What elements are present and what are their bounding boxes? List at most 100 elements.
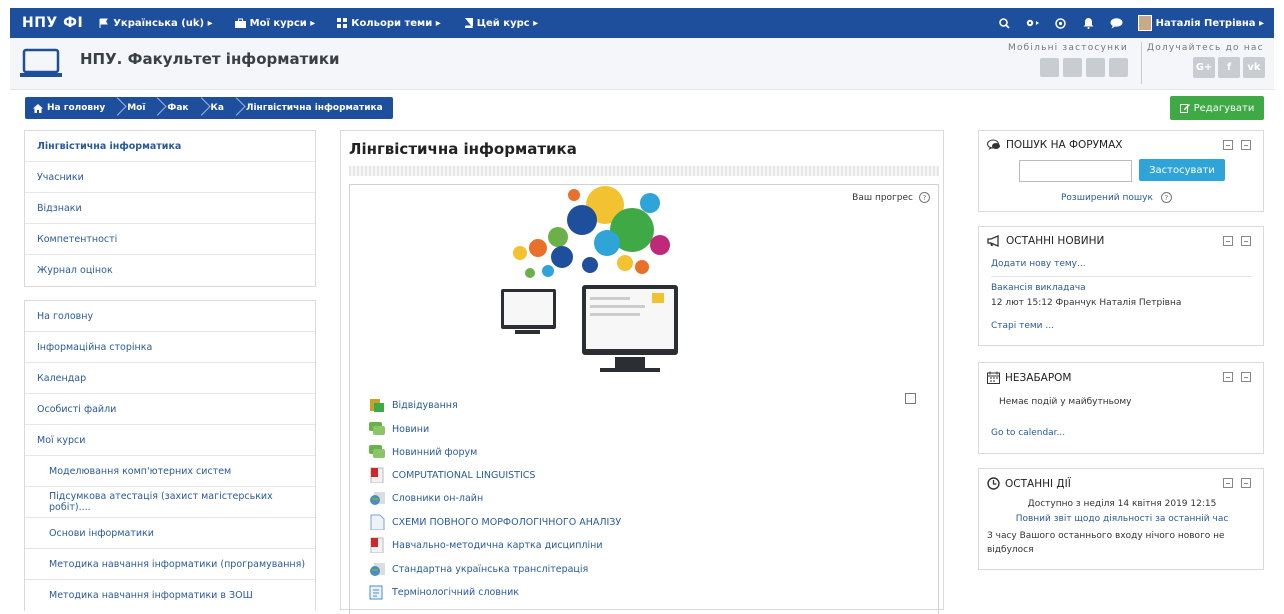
main-nav-course-informatics-basics[interactable]: Основи інформатики	[25, 518, 315, 549]
course-nav-item-competencies[interactable]: Компетентності	[25, 224, 315, 255]
nav-this-course-label: Цей курс ▸	[476, 17, 539, 29]
collapse-icon[interactable]	[1223, 478, 1233, 488]
globe-icon[interactable]	[1054, 16, 1068, 30]
activity-transliteration[interactable]: Стандартна українська транслітерація	[368, 561, 588, 577]
nav-theme-colors-menu[interactable]: Кольори теми ▸	[337, 17, 441, 29]
course-content: Лінгвістична інформатика Ваш прогрес ? В…	[340, 130, 944, 614]
news-item-title[interactable]: Вакансія викладача	[991, 283, 1086, 293]
search-icon[interactable]	[998, 16, 1012, 30]
calendar-link[interactable]: Go to calendar...	[991, 428, 1065, 438]
course-nav-item-participants[interactable]: Учасники	[25, 162, 315, 193]
collapse-icon[interactable]	[1223, 372, 1233, 382]
activity-label: Відвідування	[392, 399, 458, 411]
dock-icon[interactable]	[1241, 236, 1251, 246]
course-title: Лінгвістична інформатика	[349, 140, 577, 158]
course-nav-item-linguistic[interactable]: Лінгвістична інформатика	[25, 131, 315, 162]
dock-icon[interactable]	[1241, 478, 1251, 488]
pdf-icon	[370, 467, 384, 483]
breadcrumb-faculty[interactable]: Фак	[167, 103, 188, 113]
breadcrumb-department[interactable]: Ка	[211, 103, 224, 113]
attendance-icon	[370, 399, 384, 412]
collapse-icon[interactable]	[1223, 140, 1233, 150]
latest-news-title-label: ОСТАННІ НОВИНИ	[1006, 235, 1105, 247]
activity-online-dictionaries[interactable]: Словники он-лайн	[368, 490, 483, 506]
activity-news-forum[interactable]: Новинний форум	[368, 444, 477, 460]
forum-search-button[interactable]: Застосувати	[1139, 159, 1225, 181]
news-divider	[991, 276, 1253, 277]
main-nav-course-methods-school[interactable]: Методика навчання інформатики в ЗОШ	[25, 580, 315, 611]
breadcrumb-course[interactable]: Лінгвістична інформатика	[246, 103, 383, 113]
activity-news[interactable]: Новини	[368, 421, 429, 437]
google-plus-icon[interactable]: G+	[1193, 57, 1215, 78]
block-controls	[1223, 140, 1251, 150]
forum-search-block: ПОШУК НА ФОРУМАХ Застосувати Розширений …	[978, 130, 1264, 212]
comments-icon	[987, 139, 1000, 150]
breadcrumb-home-label: На головну	[47, 103, 106, 113]
grid-icon	[337, 18, 348, 28]
nav-language-menu[interactable]: Українська (uk) ▸	[99, 18, 213, 29]
upcoming-title-label: НЕЗАБАРОМ	[1005, 371, 1072, 384]
dock-icon[interactable]	[1241, 140, 1251, 150]
recent-activity-title: ОСТАННІ ДІЇ	[987, 477, 1071, 490]
main-nav-item-home[interactable]: На головну	[25, 301, 315, 332]
windows-phone-icon[interactable]	[1086, 58, 1105, 77]
activity-computational-linguistics[interactable]: COMPUTATIONAL LINGUISTICS	[368, 467, 535, 483]
breadcrumb-my[interactable]: Мої	[127, 103, 145, 113]
apple-icon[interactable]	[1040, 58, 1059, 77]
progress-label: Ваш прогрес	[852, 192, 913, 203]
activity-label: Термінологічний словник	[392, 586, 520, 598]
facebook-icon[interactable]: f	[1218, 57, 1240, 78]
course-nav-item-grades[interactable]: Журнал оцінок	[25, 255, 315, 286]
windows-icon[interactable]	[1109, 58, 1128, 77]
main-nav-course-modeling[interactable]: Моделювання комп'ютерних систем	[25, 456, 315, 487]
advanced-search-link[interactable]: Розширений пошук	[1061, 193, 1153, 203]
activity-attendance[interactable]: Відвідування	[368, 397, 458, 413]
title-divider	[349, 166, 939, 176]
briefcase-icon	[234, 18, 246, 28]
block-controls	[1223, 478, 1251, 488]
activity-terminology-dictionary[interactable]: Термінологічний словник	[368, 584, 519, 600]
main-nav-course-methods-programming[interactable]: Методика навчання інформатики (програмув…	[25, 549, 315, 580]
activity-morphology-schemes[interactable]: СХЕМИ ПОВНОГО МОРФОЛОГІЧНОГО АНАЛІЗУ	[368, 514, 621, 530]
main-nav-item-my-courses[interactable]: Мої курси	[25, 425, 315, 456]
advanced-search: Розширений пошук ?	[1061, 192, 1172, 203]
nav-this-course-menu[interactable]: Цей курс ▸	[463, 18, 538, 29]
site-header: НПУ. Факультет інформатики Мобільні заст…	[10, 38, 1274, 90]
vk-icon[interactable]: vk	[1243, 57, 1265, 78]
edit-button[interactable]: Редагувати	[1170, 96, 1264, 120]
help-icon[interactable]: ?	[919, 192, 930, 203]
breadcrumb-home[interactable]: На головну	[33, 103, 105, 113]
android-icon[interactable]	[1063, 58, 1082, 77]
social-icons: G+ f vk	[1193, 57, 1265, 78]
breadcrumb: На головну Мої Фак Ка Лінгвістична інфор…	[25, 97, 393, 119]
settings-icon[interactable]	[1026, 16, 1040, 30]
site-title[interactable]: НПУ. Факультет інформатики	[80, 50, 340, 68]
bell-icon[interactable]	[1082, 16, 1096, 30]
full-report-link[interactable]: Повний звіт щодо діяльності за останній …	[979, 514, 1265, 524]
glossary-icon	[369, 585, 383, 600]
breadcrumb-separator	[151, 97, 161, 119]
older-topics-link[interactable]: Старі теми ...	[991, 321, 1054, 331]
forum-search-title: ПОШУК НА ФОРУМАХ	[987, 139, 1122, 151]
main-nav-item-info-page[interactable]: Інформаційна сторінка	[25, 332, 315, 363]
collapse-icon[interactable]	[1223, 236, 1233, 246]
main-nav-item-private-files[interactable]: Особисті файли	[25, 394, 315, 425]
laptop-logo-icon[interactable]	[20, 48, 62, 82]
nav-my-courses-menu[interactable]: Мої курси ▸	[234, 18, 315, 29]
dock-icon[interactable]	[1241, 372, 1251, 382]
url-icon	[370, 492, 385, 505]
breadcrumb-separator	[195, 97, 205, 119]
forum-search-input[interactable]	[1019, 160, 1132, 182]
brand-link[interactable]: НПУ ФІ	[22, 15, 83, 31]
help-icon[interactable]: ?	[1160, 192, 1172, 203]
main-nav-item-calendar[interactable]: Календар	[25, 363, 315, 394]
nav-theme-colors-label: Кольори теми ▸	[351, 17, 441, 29]
activity-method-card[interactable]: Навчально-методична картка дисципліни	[368, 537, 603, 553]
add-topic-link[interactable]: Додати нову тему...	[991, 259, 1086, 269]
main-nav-course-final-attestation[interactable]: Підсумкова атестація (захист магістерськ…	[25, 487, 315, 518]
chat-icon[interactable]	[1110, 16, 1124, 30]
course-nav-item-badges[interactable]: Відзнаки	[25, 193, 315, 224]
completion-checkbox[interactable]	[905, 393, 916, 404]
user-menu[interactable]: Наталія Петрівна ▸	[1137, 15, 1264, 31]
latest-news-title: ОСТАННІ НОВИНИ	[987, 235, 1104, 247]
